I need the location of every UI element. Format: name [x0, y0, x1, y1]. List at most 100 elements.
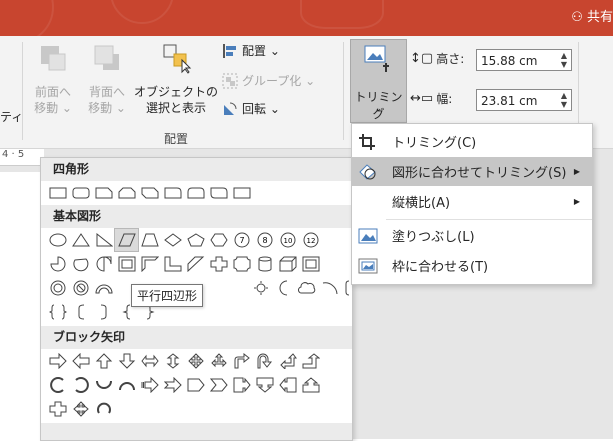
submenu-arrow-icon: ▶ [573, 167, 580, 176]
curved-up-arrow-shape[interactable] [92, 374, 115, 396]
menu-item-fit[interactable]: 枠に合わせる(T) [352, 251, 592, 280]
chevron-shape[interactable] [207, 374, 230, 396]
plaque-shape[interactable] [230, 253, 253, 275]
height-spinner[interactable]: ▲ ▼ [559, 51, 569, 69]
left-up-arrow-shape[interactable] [276, 350, 299, 372]
heptagon-shape[interactable]: 7 [230, 229, 253, 251]
block-arc-shape[interactable] [92, 277, 115, 299]
curved-down-arrow-shape[interactable] [115, 374, 138, 396]
pie-shape[interactable] [46, 253, 69, 275]
notched-right-arrow-shape[interactable] [161, 374, 184, 396]
width-field[interactable]: 23.81 cm ▲ ▼ [476, 89, 572, 111]
pentagon-shape[interactable] [184, 229, 207, 251]
height-field[interactable]: 15.88 cm ▲ ▼ [476, 49, 572, 71]
right-arrow-shape[interactable] [46, 350, 69, 372]
selection-pane-button[interactable]: オブジェクトの 選択と表示 [134, 42, 218, 116]
sun-shape[interactable] [249, 277, 272, 299]
snip-same-side-rectangle-shape[interactable] [115, 182, 138, 204]
left-right-arrow-shape[interactable] [138, 350, 161, 372]
rotate-button[interactable]: 回転 ⌄ [222, 100, 280, 117]
bevel-shape[interactable] [299, 253, 322, 275]
chord-shape[interactable] [69, 253, 92, 275]
send-backward-button[interactable]: 背面へ 移動 ⌄ [80, 42, 134, 116]
left-right-up-arrow-shape[interactable] [207, 350, 230, 372]
striped-right-arrow-shape[interactable] [138, 374, 161, 396]
hexagon-shape[interactable] [207, 229, 230, 251]
up-down-arrow-shape[interactable] [161, 350, 184, 372]
ruler: 4 · 5 [0, 149, 44, 166]
decagon-shape[interactable]: 10 [276, 229, 299, 251]
menu-item-crop-to-shape[interactable]: 図形に合わせてトリミング(S) ▶ [352, 157, 592, 186]
slide-canvas[interactable] [0, 172, 44, 439]
down-arrow-callout-shape[interactable] [253, 374, 276, 396]
moon-shape[interactable] [272, 277, 295, 299]
crop-to-shape-icon [359, 164, 376, 180]
quad-arrow-callout-shape[interactable] [69, 398, 92, 420]
group-button[interactable]: グループ化 ⌄ [222, 72, 315, 89]
pentagon-arrow-shape[interactable] [184, 374, 207, 396]
circular-arrow-shape[interactable] [92, 398, 115, 420]
round-same-side-rectangle-shape[interactable] [184, 182, 207, 204]
snip-diagonal-rectangle-shape[interactable] [138, 182, 161, 204]
left-right-arrow-callout-shape[interactable] [46, 398, 69, 420]
right-triangle-shape[interactable] [92, 229, 115, 251]
round-corner-rectangle-shape[interactable] [161, 182, 184, 204]
no-symbol-shape[interactable] [69, 277, 92, 299]
cube-shape[interactable] [276, 253, 299, 275]
bent-arrow-shape[interactable] [230, 350, 253, 372]
share-label: 共有 [586, 10, 613, 25]
left-arrow-shape[interactable] [69, 350, 92, 372]
triangle-shape[interactable] [69, 229, 92, 251]
fit-icon [358, 258, 378, 274]
oval-shape[interactable] [46, 229, 69, 251]
align-icon [223, 43, 236, 58]
rotate-icon [224, 102, 237, 115]
quad-arrow-shape[interactable] [184, 350, 207, 372]
diamond-shape[interactable] [161, 229, 184, 251]
menu-item-aspect-ratio[interactable]: 縦横比(A) ▶ [352, 187, 592, 216]
frame-shape[interactable] [115, 253, 138, 275]
down-arrow-shape[interactable] [115, 350, 138, 372]
octagon-shape[interactable]: 8 [253, 229, 276, 251]
up-arrow-callout-shape[interactable] [299, 374, 322, 396]
donut-shape[interactable] [46, 277, 69, 299]
menu-item-fill[interactable]: 塗りつぶし(L) [352, 221, 592, 250]
menu-item-crop[interactable]: トリミング(C) [352, 127, 592, 156]
align-button[interactable]: 配置 ⌄ [222, 42, 280, 59]
width-label: ↔▭ 幅: [410, 91, 453, 106]
trapezoid-shape[interactable] [138, 229, 161, 251]
block-arrows-row-1 [41, 349, 352, 373]
teardrop-shape[interactable] [92, 253, 115, 275]
cloud-shape[interactable] [295, 277, 318, 299]
round-diagonal-rectangle-shape[interactable] [207, 182, 230, 204]
diagonal-stripe-shape[interactable] [184, 253, 207, 275]
curved-left-arrow-shape[interactable] [69, 374, 92, 396]
share-button[interactable]: ⚇ 共有 [571, 6, 613, 25]
left-bracket-shape[interactable] [69, 301, 92, 323]
rounded-rectangle-shape[interactable] [69, 182, 92, 204]
rectangle-shape[interactable] [46, 182, 69, 204]
snip-corner-rectangle-shape[interactable] [92, 182, 115, 204]
double-brace-shape[interactable] [46, 301, 69, 323]
right-bracket-shape[interactable] [92, 301, 115, 323]
parallelogram-shape[interactable] [114, 228, 139, 252]
dodecagon-shape[interactable]: 12 [299, 229, 322, 251]
width-spinner[interactable]: ▲ ▼ [559, 91, 569, 109]
group-icon [222, 73, 238, 88]
right-arrow-callout-shape[interactable] [230, 374, 253, 396]
arc-shape[interactable] [318, 277, 341, 299]
bent-up-arrow-shape[interactable] [299, 350, 322, 372]
curved-right-arrow-shape[interactable] [46, 374, 69, 396]
u-turn-arrow-shape[interactable] [253, 350, 276, 372]
half-frame-shape[interactable] [138, 253, 161, 275]
bring-forward-button[interactable]: 前面へ 移動 ⌄ [26, 42, 80, 116]
cross-shape[interactable] [207, 253, 230, 275]
crop-button[interactable]: トリミング ⌄ [350, 39, 407, 123]
submenu-arrow-icon: ▶ [573, 197, 580, 206]
send-backward-icon [94, 45, 119, 70]
left-arrow-callout-shape[interactable] [276, 374, 299, 396]
l-shape[interactable] [161, 253, 184, 275]
rectangle-shape-alt[interactable] [230, 182, 253, 204]
can-shape[interactable] [253, 253, 276, 275]
up-arrow-shape[interactable] [92, 350, 115, 372]
